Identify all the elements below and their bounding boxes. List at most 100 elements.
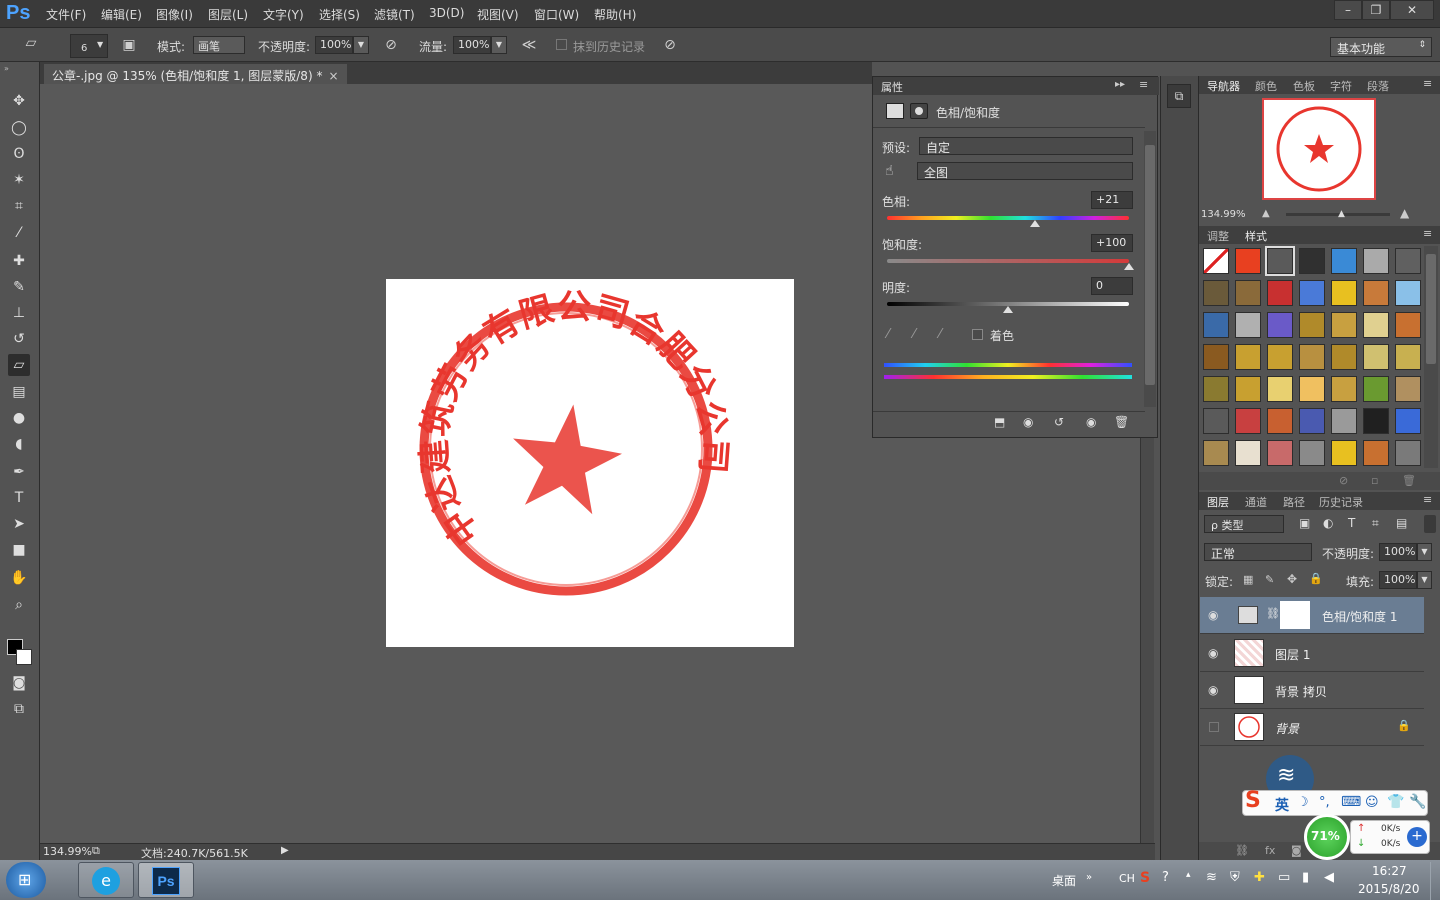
mask-icon[interactable] bbox=[910, 103, 928, 119]
healing-brush-tool-icon[interactable]: ✚ bbox=[8, 250, 30, 272]
delete-style-icon[interactable]: 🗑 bbox=[1402, 474, 1416, 487]
tab-navigator[interactable]: 导航器 bbox=[1207, 78, 1240, 94]
style-swatch[interactable] bbox=[1267, 280, 1293, 306]
style-swatch[interactable] bbox=[1331, 280, 1357, 306]
blur-tool-icon[interactable]: ● bbox=[8, 407, 30, 429]
filter-shape-icon[interactable]: ⌗ bbox=[1372, 516, 1379, 531]
style-swatch[interactable] bbox=[1203, 312, 1229, 338]
keyboard-icon[interactable]: ⌨ bbox=[1341, 794, 1361, 810]
punctuation-icon[interactable]: °, bbox=[1319, 795, 1330, 810]
crop-tool-icon[interactable]: ⌗ bbox=[8, 195, 30, 217]
style-swatch[interactable] bbox=[1395, 248, 1421, 274]
eyedropper-tool-icon[interactable]: ⁄ bbox=[8, 222, 30, 244]
layer-opacity-dropdown[interactable]: ▼ bbox=[1417, 543, 1432, 561]
user-icon[interactable]: ☺ bbox=[1365, 795, 1379, 810]
clear-style-icon[interactable]: ⊘ bbox=[1339, 474, 1348, 487]
fill-input[interactable]: 100% bbox=[1379, 571, 1417, 589]
tab-history[interactable]: 历史记录 bbox=[1319, 494, 1363, 510]
moon-icon[interactable]: ☽ bbox=[1297, 795, 1309, 810]
menu-window[interactable]: 窗口(W) bbox=[534, 6, 579, 23]
new-style-icon[interactable]: ▫ bbox=[1371, 474, 1378, 487]
opacity-input[interactable]: 100% bbox=[315, 36, 353, 54]
history-checkbox[interactable] bbox=[556, 39, 567, 50]
visibility-eye-icon[interactable]: ◉ bbox=[1208, 608, 1218, 622]
hue-slider-track[interactable] bbox=[887, 216, 1129, 220]
security-shield-icon[interactable]: ⛨ bbox=[1230, 870, 1240, 885]
layer-row[interactable]: ◉ 背景 拷贝 bbox=[1200, 672, 1424, 709]
range-select[interactable]: 全图 bbox=[917, 162, 1133, 180]
style-swatch[interactable] bbox=[1363, 376, 1389, 402]
signal-icon[interactable]: ▮ bbox=[1302, 870, 1309, 885]
style-swatch[interactable] bbox=[1395, 376, 1421, 402]
start-button[interactable]: ⊞ bbox=[6, 862, 46, 898]
history-brush-tool-icon[interactable]: ↺ bbox=[8, 328, 30, 350]
settings-wrench-icon[interactable]: 🔧 bbox=[1409, 794, 1426, 810]
menu-edit[interactable]: 编辑(E) bbox=[101, 6, 142, 23]
colorize-checkbox[interactable] bbox=[972, 329, 983, 340]
eyedropper-plus-icon[interactable]: ⁄ bbox=[913, 327, 915, 342]
styles-scrollbar[interactable] bbox=[1424, 246, 1438, 468]
hue-slider-thumb[interactable] bbox=[1029, 220, 1040, 227]
hue-input[interactable]: +21 bbox=[1091, 191, 1133, 209]
style-swatch[interactable] bbox=[1235, 344, 1261, 370]
style-swatch[interactable] bbox=[1331, 440, 1357, 466]
saturation-slider-track[interactable] bbox=[887, 259, 1129, 263]
document-image[interactable]: 中达建筑劳务有限公司合肥分公司 bbox=[386, 279, 794, 647]
minimize-button[interactable]: – bbox=[1334, 0, 1362, 20]
eyedropper-minus-icon[interactable]: ⁄ bbox=[939, 327, 941, 342]
filter-pixel-icon[interactable]: ▣ bbox=[1299, 516, 1310, 530]
style-swatch[interactable] bbox=[1363, 312, 1389, 338]
path-select-tool-icon[interactable]: ➤ bbox=[8, 513, 30, 535]
restore-button[interactable]: ❐ bbox=[1362, 0, 1390, 20]
style-swatch[interactable] bbox=[1235, 248, 1261, 274]
toolbar-expand-icon[interactable]: » bbox=[1086, 872, 1092, 883]
fill-dropdown[interactable]: ▼ bbox=[1417, 571, 1432, 589]
style-swatch[interactable] bbox=[1203, 408, 1229, 434]
style-swatch[interactable] bbox=[1299, 376, 1325, 402]
style-swatch[interactable] bbox=[1203, 376, 1229, 402]
filter-toggle[interactable] bbox=[1424, 515, 1436, 533]
flow-dropdown[interactable]: ▼ bbox=[491, 36, 507, 54]
style-swatch[interactable] bbox=[1299, 248, 1325, 274]
style-swatch[interactable] bbox=[1267, 408, 1293, 434]
type-tool-icon[interactable]: T bbox=[8, 487, 30, 509]
reset-icon[interactable]: ↺ bbox=[1054, 415, 1064, 429]
zoom-out-icon[interactable]: ▲ bbox=[1262, 208, 1270, 219]
style-swatch[interactable] bbox=[1267, 312, 1293, 338]
panel-menu-icon[interactable]: ≡ bbox=[1139, 78, 1148, 91]
style-swatch[interactable] bbox=[1395, 312, 1421, 338]
saturation-slider-thumb[interactable] bbox=[1124, 263, 1134, 270]
style-swatch[interactable] bbox=[1331, 376, 1357, 402]
visibility-eye-icon[interactable]: ◉ bbox=[1086, 415, 1096, 429]
filter-type-icon[interactable]: T bbox=[1348, 516, 1355, 530]
style-swatch[interactable] bbox=[1299, 408, 1325, 434]
style-swatch[interactable] bbox=[1235, 376, 1261, 402]
add-mask-icon[interactable]: ◙ bbox=[1291, 844, 1302, 857]
layer-filter-select[interactable]: ρ 类型 bbox=[1204, 515, 1284, 533]
close-button[interactable]: ✕ bbox=[1390, 0, 1434, 20]
style-swatch[interactable] bbox=[1395, 408, 1421, 434]
background-color-swatch[interactable] bbox=[16, 649, 32, 665]
cpu-meter[interactable]: 71% bbox=[1304, 814, 1350, 860]
tray-expand-icon[interactable]: ▴ bbox=[1186, 870, 1191, 880]
style-swatch[interactable] bbox=[1203, 248, 1229, 274]
brush-panel-icon[interactable]: ▣ bbox=[120, 36, 138, 54]
layer-name[interactable]: 图层 1 bbox=[1275, 646, 1310, 663]
language-indicator[interactable]: CH bbox=[1119, 872, 1135, 885]
opacity-dropdown[interactable]: ▼ bbox=[353, 36, 369, 54]
delete-icon[interactable]: 🗑 bbox=[1114, 415, 1129, 429]
style-swatch[interactable] bbox=[1267, 344, 1293, 370]
tab-styles[interactable]: 样式 bbox=[1245, 228, 1267, 244]
navigator-zoom-thumb[interactable]: ▲ bbox=[1338, 209, 1345, 219]
sogou-tray-icon[interactable]: S bbox=[1140, 870, 1150, 886]
layer-name[interactable]: 背景 bbox=[1275, 720, 1299, 737]
magic-wand-tool-icon[interactable]: ✶ bbox=[8, 169, 30, 191]
zoom-in-icon[interactable]: ▲ bbox=[1400, 206, 1409, 220]
layer-name[interactable]: 背景 拷贝 bbox=[1275, 683, 1327, 700]
brush-tool-icon[interactable]: ✎ bbox=[8, 276, 30, 298]
menu-3d[interactable]: 3D(D) bbox=[429, 6, 464, 20]
ime-lang-toggle[interactable]: 英 bbox=[1275, 795, 1289, 815]
style-swatch[interactable] bbox=[1235, 312, 1261, 338]
style-swatch[interactable] bbox=[1363, 344, 1389, 370]
style-swatch[interactable] bbox=[1363, 280, 1389, 306]
